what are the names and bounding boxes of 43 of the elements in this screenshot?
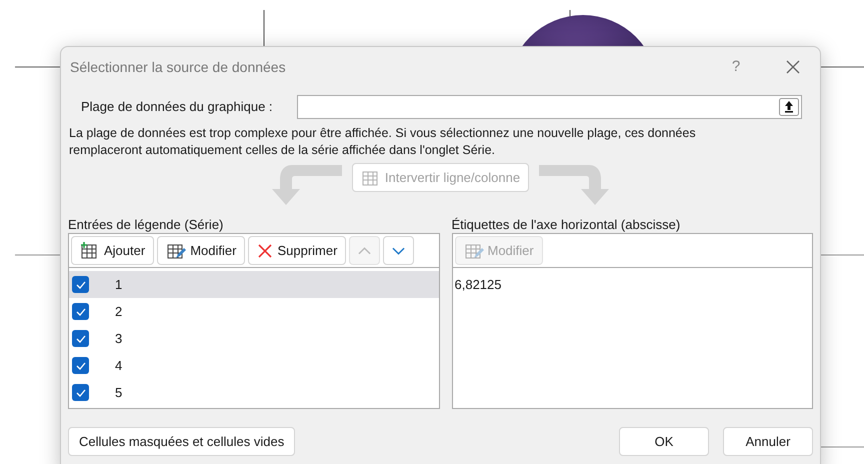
legend-series-label: Entrées de légende (Série) xyxy=(68,216,224,233)
right-arrow-icon xyxy=(537,163,612,207)
series-name: 5 xyxy=(115,384,122,402)
table-edit-icon xyxy=(166,242,186,260)
add-button[interactable]: Ajouter xyxy=(71,236,154,265)
series-row[interactable]: 1 xyxy=(69,271,438,298)
series-row[interactable]: 2 xyxy=(69,298,438,325)
check-icon xyxy=(76,334,86,342)
hidden-empty-cells-button[interactable]: Cellules masquées et cellules vides xyxy=(68,427,296,456)
delete-x-icon xyxy=(257,242,274,258)
series-name: 4 xyxy=(115,356,122,375)
series-row[interactable]: 3 xyxy=(69,325,438,352)
series-checkbox[interactable] xyxy=(72,330,89,347)
up-chevron-icon xyxy=(358,246,372,256)
series-name: 3 xyxy=(115,330,122,348)
series-checkbox[interactable] xyxy=(72,276,89,293)
check-icon xyxy=(76,280,86,288)
complexity-message: La plage de données est trop complexe pour être affichée. Si vous sélectionnez une nouvelle plage, ces données remplaceront automatiquement celles de la série affichée dans l'onglet Série. xyxy=(69,125,697,159)
axis-label-value: 6,82125 xyxy=(454,276,502,294)
series-name: 1 xyxy=(115,276,122,294)
edit-button[interactable]: Modifier xyxy=(157,236,246,265)
series-checkbox[interactable] xyxy=(72,357,89,374)
dialog-button[interactable]: Annuler xyxy=(723,427,813,456)
down-chevron-icon xyxy=(392,246,406,256)
table-edit-icon xyxy=(464,242,484,260)
series-row[interactable]: 4 xyxy=(69,352,438,379)
check-icon xyxy=(76,388,86,396)
window-title: Sélectionner la source de données xyxy=(70,58,287,76)
check-icon xyxy=(76,362,86,370)
collapse-upload-icon[interactable] xyxy=(779,98,799,116)
dialog-button[interactable]: OK xyxy=(619,427,709,456)
axis-labels-label: Étiquettes de l'axe horizontal (abscisse) xyxy=(452,216,682,233)
series-checkbox[interactable] xyxy=(72,303,89,320)
range-label: Plage de données du graphique : xyxy=(81,98,274,116)
check-icon xyxy=(76,308,86,316)
close-icon[interactable] xyxy=(786,60,800,74)
left-arrow-icon xyxy=(270,163,344,207)
series-row[interactable]: 5 xyxy=(69,379,438,406)
series-name: 2 xyxy=(115,302,122,321)
delete-button[interactable]: Supprimer xyxy=(248,236,346,265)
series-checkbox[interactable] xyxy=(72,384,89,401)
down-button[interactable] xyxy=(383,236,414,265)
range-field[interactable] xyxy=(297,95,802,119)
